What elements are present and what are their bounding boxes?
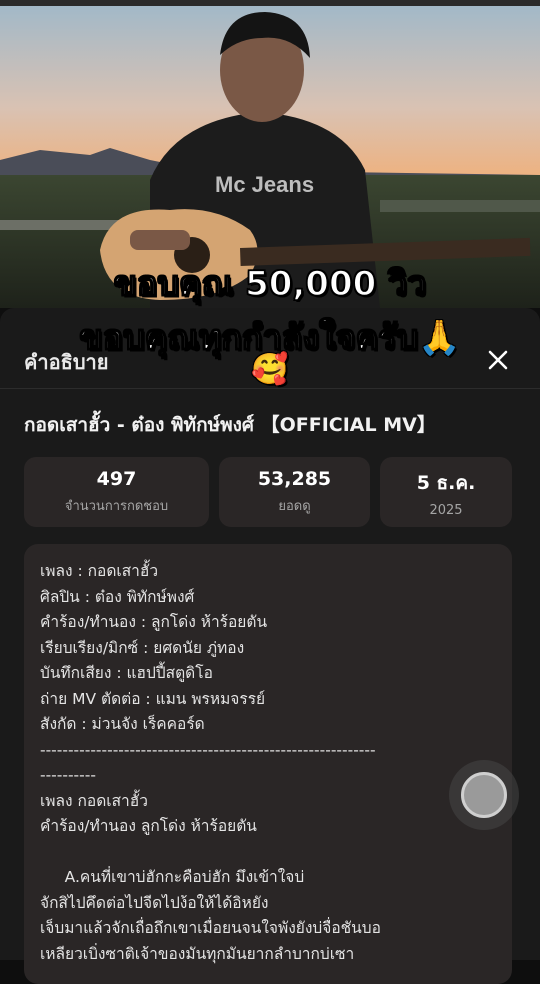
overlay-caption-views: ขอบคุณ 50,000 วิว xyxy=(113,263,427,305)
top-strip xyxy=(0,0,540,6)
desc-line: จักสิไปคึดต่อไปจีดไปง้อให้ได้อิหยัง xyxy=(40,893,269,912)
likes-count: 497 xyxy=(96,468,137,490)
assistive-touch-button[interactable] xyxy=(449,760,519,830)
desc-line: ถ่าย MV ตัดต่อ : แมน พรหมจรรย์ xyxy=(40,689,266,708)
desc-line: เรียบเรียง/มิกซ์ : ยศดนัย ภู่ทอง xyxy=(40,638,245,657)
desc-line: คำร้อง/ทำนอง ลูกโด่ง ห้าร้อยตัน xyxy=(40,817,257,835)
description-sheet: คำอธิบาย กอดเสาฮั้ว - ต๋อง พิทักษ์พงศ์ 【… xyxy=(0,308,540,984)
views-count: 53,285 xyxy=(257,468,332,490)
shirt-text: Mc Jeans xyxy=(215,172,314,197)
desc-divider: ----------------------------------------… xyxy=(40,740,376,759)
desc-line: A.คนที่เขาบ่ฮักกะคือบ่ฮัก มึงเข้าใจบ่ xyxy=(40,868,305,886)
desc-line: เหลียวเบิ่งซาติเจ้าของมันทุกมันยากลำบากบ… xyxy=(40,944,355,963)
desc-line: คำร้อง/ทำนอง : ลูกโด่ง ห้าร้อยตัน xyxy=(40,613,268,631)
desc-line: บันทึกเสียง : แฮปปี้สตูดิโอ xyxy=(40,664,213,682)
stat-date: 5 ธ.ค. 2025 xyxy=(380,457,512,527)
stat-likes: 497 จำนวนการกดชอบ xyxy=(24,457,209,527)
likes-label: จำนวนการกดชอบ xyxy=(64,499,169,514)
video-title: กอดเสาฮั้ว - ต๋อง พิทักษ์พงศ์ 【OFFICIAL … xyxy=(24,414,436,436)
description-text: เพลง : กอดเสาฮั้ว ศิลปิน : ต๋อง พิทักษ์พ… xyxy=(24,544,512,967)
desc-line: สังกัด : ม่วนจัง เร็คคอร์ด xyxy=(40,715,205,733)
desc-line: ศิลปิน : ต๋อง พิทักษ์พงศ์ xyxy=(40,587,195,606)
views-label: ยอดดู xyxy=(278,499,311,514)
description-box: เพลง : กอดเสาฮั้ว ศิลปิน : ต๋อง พิทักษ์พ… xyxy=(24,544,512,984)
overlay-caption-emoji: 🥰 xyxy=(251,351,290,388)
desc-blank xyxy=(40,840,496,866)
stat-views: 53,285 ยอดดู xyxy=(219,457,370,527)
desc-line: เจ็บมาแล้วจักเถื่อถึกเขาเมื่อยนจนใจพังยั… xyxy=(40,919,381,937)
publish-year: 2025 xyxy=(429,503,463,518)
desc-divider: ---------- xyxy=(40,766,96,784)
desc-line: เพลง : กอดเสาฮั้ว xyxy=(40,562,159,580)
assistive-touch-icon xyxy=(461,772,507,818)
desc-line: เพลง กอดเสาฮั้ว xyxy=(40,791,148,810)
publish-date: 5 ธ.ค. xyxy=(416,472,476,494)
